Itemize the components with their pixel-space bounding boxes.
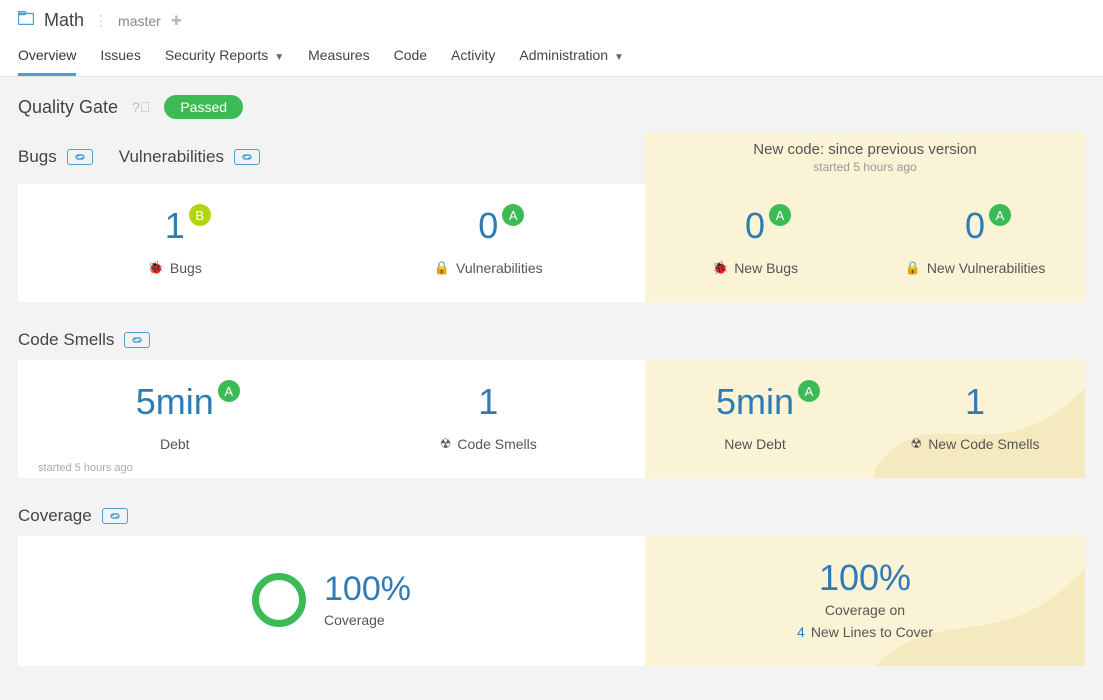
debt-label: Debt (160, 436, 190, 452)
tab-security-label: Security Reports (165, 47, 268, 63)
new-debt-rating: A (798, 380, 820, 402)
code-smells-card: 5minA Debt 1 ☢Code Smells started 5 hour… (18, 360, 1085, 478)
coverage-donut-icon (252, 573, 306, 627)
quality-gate-status: Passed (164, 95, 243, 119)
lock-icon: 🔒 (905, 260, 921, 276)
branch-name[interactable]: master (118, 13, 161, 29)
coverage-card: 100% Coverage 100% Coverage on 4 New Line… (18, 536, 1085, 666)
new-debt-value: 5min (716, 381, 794, 422)
bugs-section-header: Bugs Vulnerabilities New code: since pre… (0, 133, 1103, 184)
bugs-card: 1B 🐞Bugs 0A 🔒Vulnerabilities 0A 🐞New Bug… (18, 184, 1085, 302)
bugs-label: Bugs (170, 260, 202, 276)
debt-rating: A (218, 380, 240, 402)
new-coverage-metric[interactable]: 100% Coverage on 4 New Lines to Cover (645, 536, 1085, 666)
chevron-down-icon: ▼ (614, 52, 624, 63)
bugs-title: Bugs (18, 147, 57, 167)
tab-administration[interactable]: Administration ▼ (519, 35, 624, 76)
smells-link-icon[interactable] (124, 332, 150, 348)
bugs-value: 1 (165, 205, 185, 246)
tab-security-reports[interactable]: Security Reports ▼ (165, 35, 284, 76)
bug-icon: 🐞 (712, 260, 728, 276)
tab-code[interactable]: Code (394, 35, 427, 76)
new-bugs-rating: A (769, 204, 791, 226)
coverage-value: 100% (324, 572, 411, 606)
new-coverage-value: 100% (819, 560, 911, 596)
new-code-title: New code: since previous version (753, 141, 976, 158)
project-title[interactable]: Math (44, 10, 84, 31)
new-vulns-value: 0 (965, 205, 985, 246)
project-header: Math ⋮ master ✚ (0, 0, 1103, 35)
new-bugs-metric[interactable]: 0A 🐞 New Bugs (645, 184, 865, 302)
new-code-subtitle: started 5 hours ago (813, 160, 916, 174)
add-branch-icon[interactable]: ✚ (171, 13, 182, 29)
bugs-metric[interactable]: 1B 🐞 Bugs (18, 184, 332, 302)
tab-measures[interactable]: Measures (308, 35, 369, 76)
new-bugs-value: 0 (745, 205, 765, 246)
new-lines-count: 4 (797, 624, 805, 640)
coverage-section-header: Coverage (0, 500, 1103, 536)
project-folder-icon (18, 11, 34, 30)
tab-overview[interactable]: Overview (18, 35, 76, 76)
new-vulnerabilities-metric[interactable]: 0A 🔒 New Vulnerabilities (865, 184, 1085, 302)
vulns-link-icon[interactable] (234, 149, 260, 165)
debt-value: 5min (136, 381, 214, 422)
new-code-smells-metric[interactable]: 1 ☢ New Code Smells (865, 360, 1085, 478)
radioactive-icon: ☢ (440, 436, 452, 452)
new-coverage-line2: New Lines to Cover (811, 624, 933, 640)
radioactive-icon: ☢ (911, 436, 923, 452)
bug-icon: 🐞 (148, 260, 164, 276)
vulnerabilities-metric[interactable]: 0A 🔒 Vulnerabilities (332, 184, 646, 302)
branch-separator-icon: ⋮ (94, 12, 108, 29)
chevron-down-icon: ▼ (274, 52, 284, 63)
help-icon[interactable]: ?⃝ (132, 99, 150, 115)
new-smells-label: New Code Smells (928, 436, 1039, 452)
quality-gate-row: Quality Gate ?⃝ Passed (0, 77, 1103, 133)
tab-admin-label: Administration (519, 47, 608, 63)
code-smells-section-header: Code Smells (0, 324, 1103, 360)
new-debt-metric[interactable]: 5minA New Debt (645, 360, 865, 478)
smells-label: Code Smells (457, 436, 536, 452)
coverage-link-icon[interactable] (102, 508, 128, 524)
smells-value: 1 (478, 384, 498, 420)
new-code-header: New code: since previous version started… (645, 133, 1085, 184)
new-bugs-label: New Bugs (734, 260, 798, 276)
bugs-rating: B (189, 204, 211, 226)
coverage-title: Coverage (18, 506, 92, 526)
new-debt-label: New Debt (724, 436, 785, 452)
bugs-link-icon[interactable] (67, 149, 93, 165)
quality-gate-title: Quality Gate (18, 97, 118, 118)
vulns-rating: A (502, 204, 524, 226)
new-smells-value: 1 (965, 384, 985, 420)
tab-activity[interactable]: Activity (451, 35, 495, 76)
started-note: started 5 hours ago (38, 462, 133, 474)
vulns-value: 0 (478, 205, 498, 246)
new-vulns-label: New Vulnerabilities (927, 260, 1046, 276)
coverage-metric[interactable]: 100% Coverage (18, 536, 645, 666)
debt-metric[interactable]: 5minA Debt (18, 360, 332, 478)
new-vulns-rating: A (989, 204, 1011, 226)
new-coverage-line1: Coverage on (825, 602, 905, 618)
vulns-label: Vulnerabilities (456, 260, 543, 276)
lock-icon: 🔒 (434, 260, 450, 276)
vulnerabilities-title: Vulnerabilities (119, 147, 224, 167)
code-smells-metric[interactable]: 1 ☢ Code Smells (332, 360, 646, 478)
nav-tabs: Overview Issues Security Reports ▼ Measu… (0, 35, 1103, 77)
coverage-label: Coverage (324, 612, 385, 628)
tab-issues[interactable]: Issues (100, 35, 140, 76)
code-smells-title: Code Smells (18, 330, 114, 350)
